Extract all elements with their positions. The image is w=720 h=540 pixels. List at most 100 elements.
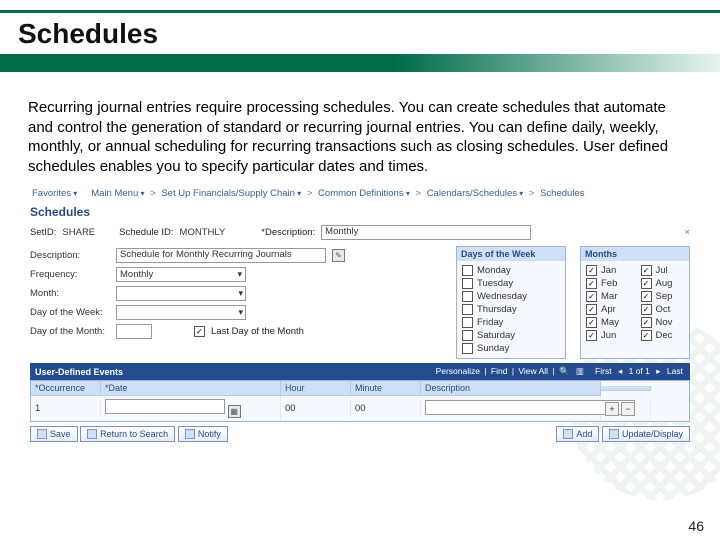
- month-checkbox-apr[interactable]: [586, 304, 597, 315]
- notify-button[interactable]: Notify: [178, 426, 228, 442]
- day-checkbox-fri[interactable]: [462, 317, 473, 328]
- day-label: Monday: [477, 265, 511, 276]
- day-checkbox-sun[interactable]: [462, 343, 473, 354]
- ude-last[interactable]: Last: [667, 366, 683, 376]
- return-button[interactable]: Return to Search: [80, 426, 175, 442]
- day-checkbox-mon[interactable]: [462, 265, 473, 276]
- chevron-left-icon[interactable]: ◂: [618, 366, 622, 376]
- ude-tools: Personalize | Find | View All | 🔍 ▥ Firs…: [434, 366, 685, 377]
- slide-title: Schedules: [18, 18, 158, 50]
- day-label: Saturday: [477, 330, 515, 341]
- month-label: Month:: [30, 288, 110, 299]
- schedid-label: Schedule ID:: [119, 227, 173, 238]
- nav-calendars[interactable]: Calendars/Schedules: [427, 188, 524, 199]
- last-day-checkbox[interactable]: [194, 326, 205, 337]
- desc-star-input[interactable]: Monthly: [321, 225, 531, 240]
- month-checkbox-oct[interactable]: [641, 304, 652, 315]
- month-label: Jun: [601, 330, 616, 341]
- slide-title-band: Schedules: [0, 0, 720, 80]
- schedid-value: MONTHLY: [180, 227, 226, 238]
- col-actions: [601, 386, 651, 391]
- nav-common[interactable]: Common Definitions: [318, 188, 410, 199]
- return-icon: [87, 429, 97, 439]
- col-hour[interactable]: Hour: [281, 381, 351, 396]
- nav-favorites[interactable]: Favorites: [32, 188, 77, 199]
- notify-label: Notify: [198, 429, 221, 439]
- month-label: May: [601, 317, 619, 328]
- col-occurrence[interactable]: *Occurrence: [31, 381, 101, 396]
- cell-minute: 00: [351, 400, 421, 417]
- freq-value: Monthly: [120, 269, 153, 280]
- freq-label: Frequency:: [30, 269, 110, 280]
- day-label: Sunday: [477, 343, 509, 354]
- ude-viewall[interactable]: View All: [518, 366, 548, 376]
- action-bar: Save Return to Search Notify Add Update/…: [30, 422, 690, 442]
- month-checkbox-may[interactable]: [586, 317, 597, 328]
- month-label: Jan: [601, 265, 616, 276]
- month-select[interactable]: ▾: [116, 286, 246, 301]
- dom-label: Day of the Month:: [30, 326, 110, 337]
- title-rule-top: [0, 10, 720, 13]
- month-checkbox-jan[interactable]: [586, 265, 597, 276]
- header-row: SetID: SHARE Schedule ID: MONTHLY *Descr…: [30, 223, 690, 242]
- month-checkbox-mar[interactable]: [586, 291, 597, 302]
- month-checkbox-dec[interactable]: [641, 330, 652, 341]
- month-label: Mar: [601, 291, 617, 302]
- page-heading: Schedules: [30, 205, 690, 219]
- ude-first[interactable]: First: [595, 366, 612, 376]
- nav-main-menu[interactable]: Main Menu: [91, 188, 144, 199]
- nav-schedules[interactable]: Schedules: [540, 188, 584, 199]
- delete-row-button[interactable]: −: [621, 402, 635, 416]
- add-row-button[interactable]: +: [605, 402, 619, 416]
- nav-setup[interactable]: Set Up Financials/Supply Chain: [161, 188, 301, 199]
- day-label: Wednesday: [477, 291, 527, 302]
- day-checkbox-thu[interactable]: [462, 304, 473, 315]
- ude-personalize[interactable]: Personalize: [436, 366, 480, 376]
- month-checkbox-nov[interactable]: [641, 317, 652, 328]
- close-icon[interactable]: ×: [684, 227, 690, 238]
- dom-input[interactable]: [116, 324, 152, 339]
- day-checkbox-tue[interactable]: [462, 278, 473, 289]
- spellcheck-icon[interactable]: ✎: [332, 249, 345, 262]
- month-label: Dec: [656, 330, 673, 341]
- month-checkbox-aug[interactable]: [641, 278, 652, 289]
- desc-input[interactable]: Schedule for Monthly Recurring Journals: [116, 248, 326, 263]
- month-label: Feb: [601, 278, 617, 289]
- desc-label: Description:: [30, 250, 110, 261]
- grid-download-icon[interactable]: ▥: [576, 366, 584, 376]
- month-checkbox-sep[interactable]: [641, 291, 652, 302]
- day-checkbox-wed[interactable]: [462, 291, 473, 302]
- cell-date-input[interactable]: [105, 399, 225, 414]
- save-button[interactable]: Save: [30, 426, 78, 442]
- update-icon: [609, 429, 619, 439]
- nav-sep: >: [415, 188, 421, 199]
- grid-zoom-icon[interactable]: 🔍: [559, 366, 570, 376]
- cell-occurrence: 1: [31, 400, 101, 417]
- add-button[interactable]: Add: [556, 426, 599, 442]
- day-checkbox-sat[interactable]: [462, 330, 473, 341]
- calendar-icon[interactable]: ▦: [228, 405, 241, 418]
- day-label: Tuesday: [477, 278, 513, 289]
- days-panel-title: Days of the Week: [457, 247, 565, 261]
- return-label: Return to Search: [100, 429, 168, 439]
- notify-icon: [185, 429, 195, 439]
- month-label: Sep: [656, 291, 673, 302]
- update-button[interactable]: Update/Display: [602, 426, 690, 442]
- breadcrumb: Favorites Main Menu > Set Up Financials/…: [30, 184, 690, 203]
- dow-select[interactable]: ▾: [116, 305, 246, 320]
- ude-find[interactable]: Find: [491, 366, 508, 376]
- app-screenshot: Favorites Main Menu > Set Up Financials/…: [30, 184, 690, 442]
- col-description[interactable]: Description: [421, 381, 601, 396]
- day-label: Friday: [477, 317, 503, 328]
- month-label: Oct: [656, 304, 671, 315]
- ude-title: User-Defined Events: [35, 367, 123, 377]
- month-checkbox-jun[interactable]: [586, 330, 597, 341]
- month-checkbox-jul[interactable]: [641, 265, 652, 276]
- nav-sep: >: [150, 188, 156, 199]
- chevron-right-icon[interactable]: ▸: [656, 366, 660, 376]
- save-icon: [37, 429, 47, 439]
- col-date[interactable]: *Date: [101, 381, 281, 396]
- freq-select[interactable]: Monthly ▾: [116, 267, 246, 282]
- col-minute[interactable]: Minute: [351, 381, 421, 396]
- month-checkbox-feb[interactable]: [586, 278, 597, 289]
